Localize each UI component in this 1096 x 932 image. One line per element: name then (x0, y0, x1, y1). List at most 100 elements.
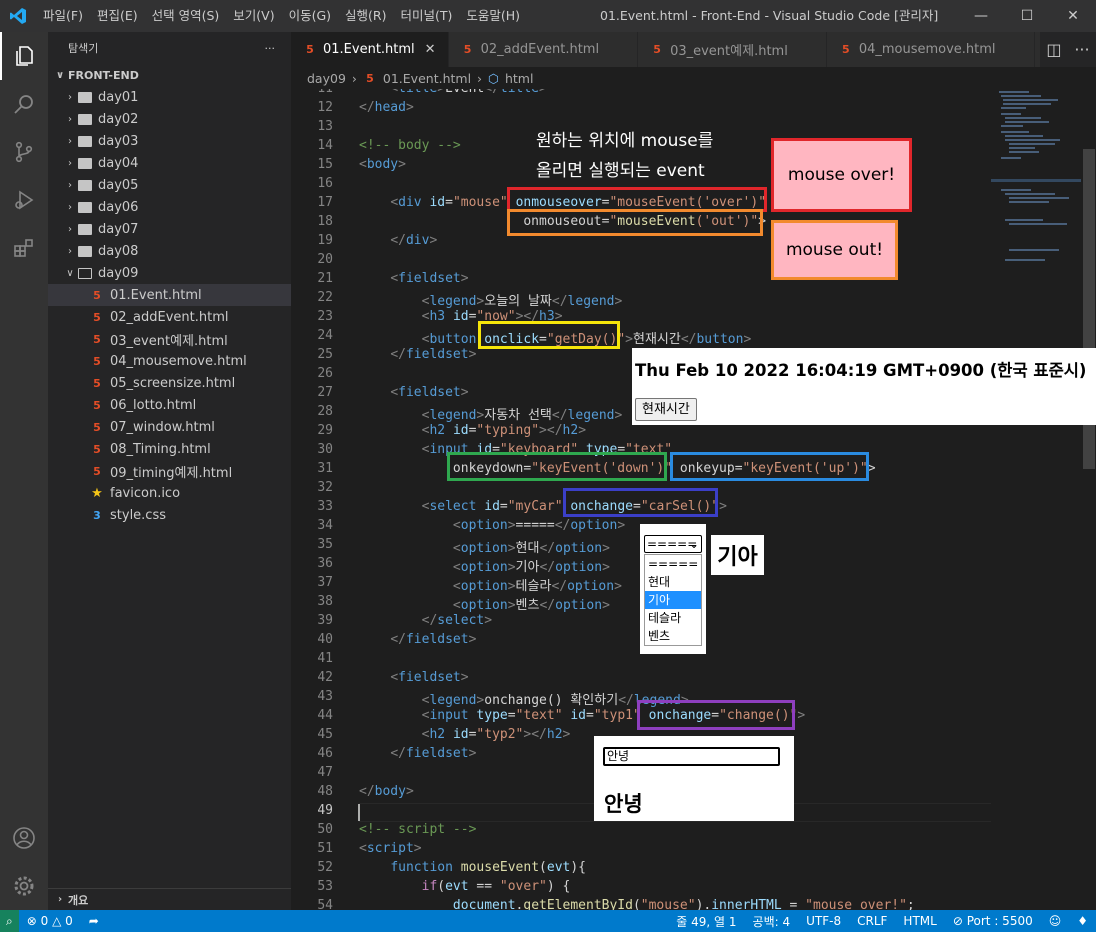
remote-indicator[interactable]: ⌕ (0, 910, 19, 932)
file-item[interactable]: 5 08_Timing.html (48, 438, 291, 460)
editor-scrollbar[interactable] (1081, 89, 1096, 910)
tab-2[interactable]: 5 02_addEvent.html (448, 32, 639, 67)
folder-label: day06 (98, 199, 139, 215)
code-line: <h2 id="typing"></h2> (421, 423, 587, 438)
onclick-highlight (478, 321, 620, 349)
folder-day07[interactable]: › day07 (48, 218, 291, 240)
folder-day08[interactable]: › day08 (48, 240, 291, 262)
tab-3[interactable]: 5 03_event예제.html (638, 32, 827, 67)
car-option[interactable]: 테슬라 (645, 609, 701, 627)
folder-day02[interactable]: › day02 (48, 108, 291, 130)
folder-day03[interactable]: › day03 (48, 130, 291, 152)
maximize-icon[interactable]: ☐ (1004, 0, 1050, 32)
encoding[interactable]: UTF-8 (798, 914, 849, 928)
settings-gear-icon[interactable] (0, 862, 48, 910)
menu-item[interactable]: 선택 영역(S) (145, 0, 227, 32)
file-item[interactable]: 5 07_window.html (48, 416, 291, 438)
code-line: <body> (359, 157, 406, 172)
folder-label: day05 (98, 177, 139, 193)
folder-day04[interactable]: › day04 (48, 152, 291, 174)
file-item[interactable]: 5 05_screensize.html (48, 372, 291, 394)
menu-item[interactable]: 파일(F) (36, 0, 90, 32)
car-select[interactable]: ===== ⌄ (644, 535, 702, 553)
explorer-sidebar: 탐색기 ··· ∨ FRONT-END › day01 › day02 › day03 › day… (48, 32, 291, 910)
line-number: 35 (317, 537, 333, 552)
code-line: document.getElementById("mouse").innerHT… (452, 898, 915, 910)
run-debug-icon[interactable] (0, 176, 48, 224)
more-actions-icon[interactable]: ··· (1074, 40, 1089, 59)
file-item[interactable]: 5 02_addEvent.html (48, 306, 291, 328)
car-option[interactable]: 벤츠 (645, 627, 701, 645)
folder-label: day01 (98, 89, 139, 105)
date-heading: Thu Feb 10 2022 16:04:19 GMT+0900 (한국 표준… (635, 361, 1087, 380)
file-item[interactable]: ★ favicon.ico (48, 482, 291, 504)
file-item[interactable]: 5 06_lotto.html (48, 394, 291, 416)
more-actions-icon[interactable]: ··· (265, 42, 276, 55)
account-icon[interactable] (0, 814, 48, 862)
html5-icon: 5 (93, 420, 101, 434)
html5-icon: 5 (93, 288, 101, 302)
notifications-bell-icon[interactable]: ♦ (1069, 914, 1096, 928)
file-item[interactable]: 5 01.Event.html (48, 284, 291, 306)
tab-1[interactable]: 5 01.Event.html ✕ (291, 32, 449, 67)
car-option[interactable]: 기아 (645, 591, 701, 609)
html5-icon: 5 (93, 376, 101, 390)
language-mode[interactable]: HTML (895, 914, 944, 928)
file-item[interactable]: 5 04_mousemove.html (48, 350, 291, 372)
search-icon[interactable] (0, 80, 48, 128)
folder-day01[interactable]: › day01 (48, 86, 291, 108)
tab-4[interactable]: 5 04_mousemove.html (826, 32, 1035, 67)
minimap[interactable] (991, 89, 1081, 910)
title-bar: 파일(F) 편집(E) 선택 영역(S) 보기(V) 이동(G) 실행(R) 터미널(T) 도… (0, 0, 1096, 32)
extensions-icon[interactable] (0, 224, 48, 272)
line-number: 21 (317, 271, 333, 286)
status-bar: ⌕ ⊗ 0 △ 0 ➦ 줄 49, 열 1 공백: 4 UTF-8 CRLF H… (0, 910, 1096, 932)
chevron-right-icon: › (68, 135, 72, 147)
file-item[interactable]: 5 03_event예제.html (48, 328, 291, 350)
split-editor-icon[interactable]: ◫ (1046, 40, 1061, 59)
tab-label: 03_event예제.html (670, 44, 788, 59)
code-line: <title>Event</title> (359, 89, 547, 96)
line-number: 28 (317, 404, 333, 419)
minimize-icon[interactable]: — (958, 0, 1004, 32)
menu-item[interactable]: 이동(G) (282, 0, 338, 32)
indentation[interactable]: 공백: 4 (745, 913, 799, 930)
menu-item[interactable]: 보기(V) (226, 0, 281, 32)
folder-day09[interactable]: ∨ day09 (48, 262, 291, 284)
menu-item[interactable]: 실행(R) (338, 0, 393, 32)
explorer-icon[interactable] (0, 32, 48, 80)
chevron-right-icon: › (68, 201, 72, 213)
code-line: <fieldset> (390, 271, 469, 286)
car-option[interactable]: 현대 (645, 573, 701, 591)
breadcrumb-folder[interactable]: day09 (307, 71, 346, 86)
typ1-input[interactable]: 안녕 (603, 747, 780, 766)
live-server-port[interactable]: ⊘ Port : 5500 (945, 914, 1041, 928)
menu-item[interactable]: 편집(E) (90, 0, 145, 32)
workspace-root[interactable]: ∨ FRONT-END (48, 64, 291, 86)
breadcrumb-symbol[interactable]: html (505, 71, 533, 86)
file-item[interactable]: 3 style.css (48, 504, 291, 526)
cursor-position[interactable]: 줄 49, 열 1 (668, 913, 744, 930)
menu-item[interactable]: 도움말(H) (459, 0, 527, 32)
code-line: if(evt == "over") { (421, 879, 571, 894)
problems-indicator[interactable]: ⊗ 0 △ 0 (19, 914, 81, 928)
folder-day06[interactable]: › day06 (48, 196, 291, 218)
breadcrumb-file[interactable]: 01.Event.html (383, 71, 471, 86)
live-share-icon[interactable]: ➦ (81, 914, 107, 928)
source-control-icon[interactable] (0, 128, 48, 176)
code-line: <h2 id="typ2"></h2> (421, 727, 571, 742)
current-time-button[interactable]: 현재시간 (635, 398, 697, 421)
folder-day05[interactable]: › day05 (48, 174, 291, 196)
html5-icon: 5 (93, 354, 101, 368)
close-window-icon[interactable]: ✕ (1050, 0, 1096, 32)
feedback-icon[interactable]: ☺ (1041, 914, 1070, 928)
line-number: 36 (317, 556, 333, 571)
outline-section[interactable]: › 개요 (48, 888, 291, 910)
line-number: 13 (317, 119, 333, 134)
file-item[interactable]: 5 09_timing예제.html (48, 460, 291, 482)
menu-item[interactable]: 터미널(T) (394, 0, 460, 32)
car-option[interactable]: ===== (645, 555, 701, 573)
line-number: 11 (291, 89, 333, 96)
close-tab-icon[interactable]: ✕ (425, 42, 436, 57)
end-of-line[interactable]: CRLF (849, 914, 895, 928)
